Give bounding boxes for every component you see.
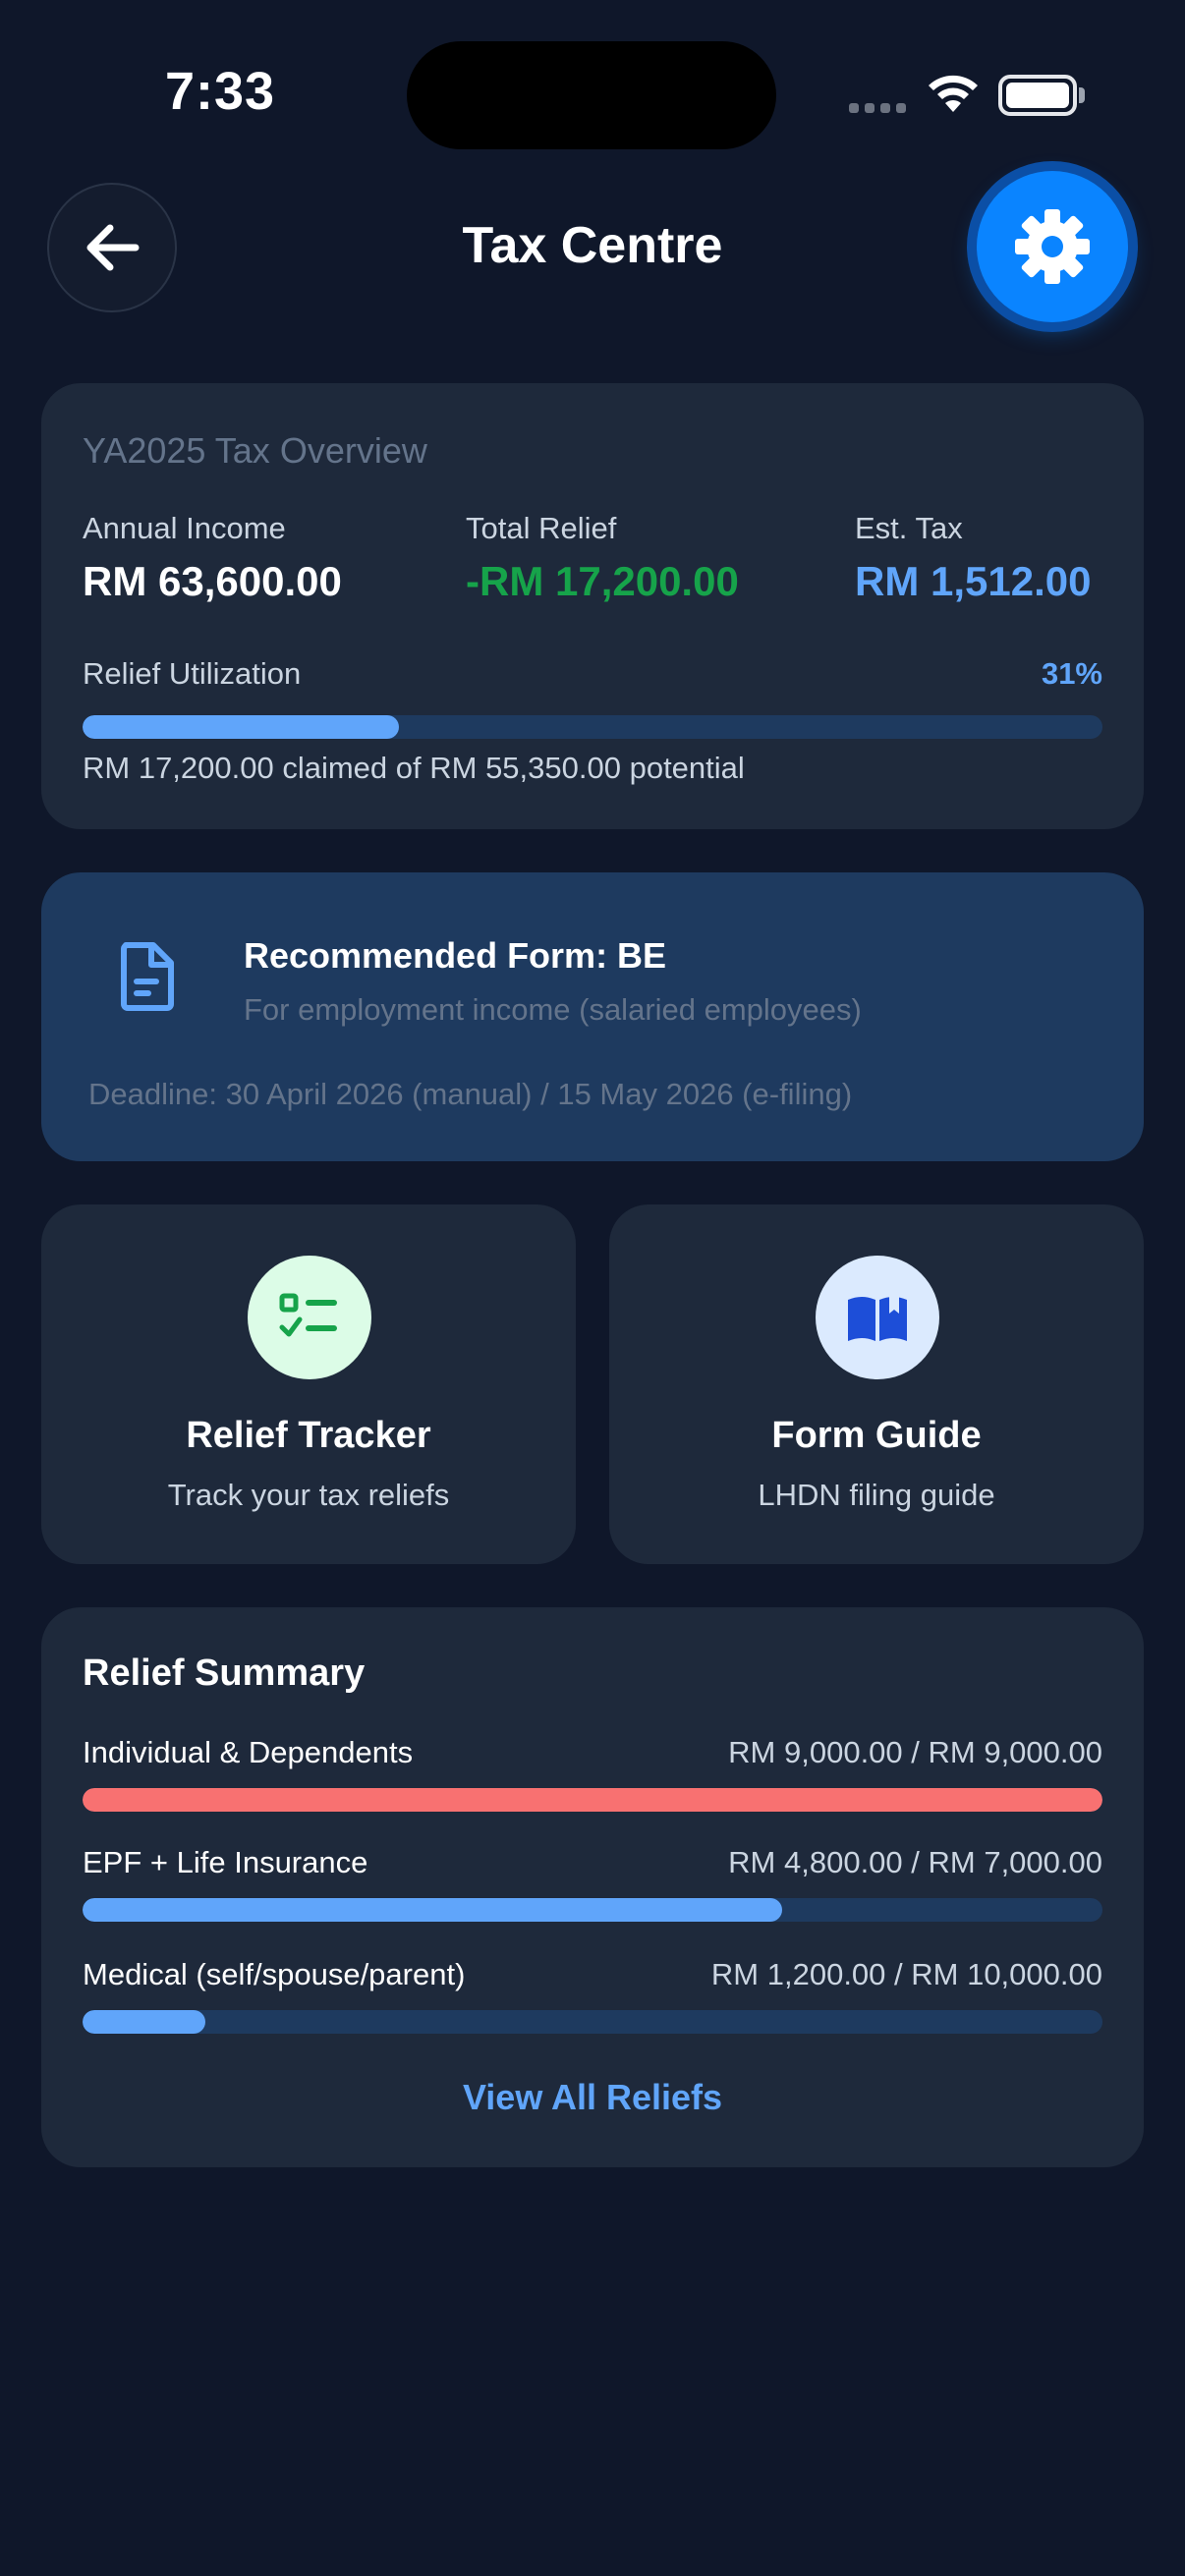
document-icon	[121, 942, 174, 1011]
utilization-percent: 31%	[1041, 656, 1102, 691]
dynamic-island	[407, 41, 776, 149]
recommended-form-subtitle: For employment income (salaried employee…	[244, 992, 862, 1027]
relief-tracker-tile[interactable]: Relief Tracker Track your tax reliefs	[41, 1204, 576, 1564]
wifi-icon	[926, 73, 981, 121]
relief-progress-fill	[83, 1788, 1102, 1812]
book-icon	[816, 1256, 939, 1379]
est-tax-value: RM 1,512.00	[855, 558, 1092, 604]
battery-icon	[998, 75, 1077, 116]
status-time: 7:33	[165, 62, 276, 121]
total-relief-label: Total Relief	[466, 511, 617, 545]
relief-summary-card: Relief Summary Individual & Dependents R…	[41, 1607, 1144, 2167]
relief-item-name: EPF + Life Insurance	[83, 1845, 368, 1879]
relief-summary-title: Relief Summary	[83, 1652, 366, 1694]
utilization-progress-track	[83, 715, 1102, 739]
cellular-signal-icon	[849, 103, 906, 113]
settings-button[interactable]	[977, 171, 1128, 322]
relief-progress-track	[83, 1788, 1102, 1812]
form-guide-tile[interactable]: Form Guide LHDN filing guide	[609, 1204, 1144, 1564]
utilization-progress-fill	[83, 715, 399, 739]
relief-tracker-title: Relief Tracker	[186, 1415, 431, 1456]
relief-progress-track	[83, 2010, 1102, 2034]
annual-income-value: RM 63,600.00	[83, 558, 342, 604]
relief-progress-track	[83, 1898, 1102, 1922]
relief-item-amount: RM 1,200.00 / RM 10,000.00	[710, 1957, 1102, 1991]
view-all-reliefs-link[interactable]: View All Reliefs	[41, 2077, 1144, 2118]
gear-icon	[1015, 209, 1090, 284]
relief-item-amount: RM 4,800.00 / RM 7,000.00	[728, 1845, 1102, 1879]
filing-deadline: Deadline: 30 April 2026 (manual) / 15 Ma…	[88, 1077, 853, 1111]
overview-title: YA2025 Tax Overview	[83, 430, 427, 471]
est-tax-label: Est. Tax	[855, 511, 963, 545]
utilization-label: Relief Utilization	[83, 656, 302, 691]
checklist-icon	[248, 1256, 371, 1379]
annual-income-label: Annual Income	[83, 511, 286, 545]
form-guide-title: Form Guide	[771, 1415, 982, 1456]
relief-progress-fill	[83, 1898, 783, 1922]
recommended-form-card[interactable]: Recommended Form: BE For employment inco…	[41, 872, 1144, 1161]
relief-item-amount: RM 9,000.00 / RM 9,000.00	[728, 1735, 1102, 1769]
utilization-note: RM 17,200.00 claimed of RM 55,350.00 pot…	[83, 751, 745, 785]
total-relief-value: -RM 17,200.00	[466, 558, 739, 604]
relief-progress-fill	[83, 2010, 205, 2034]
tax-overview-card: YA2025 Tax Overview Annual Income RM 63,…	[41, 383, 1144, 829]
battery-tip	[1079, 87, 1085, 103]
relief-tracker-subtitle: Track your tax reliefs	[167, 1478, 450, 1512]
recommended-form-title: Recommended Form: BE	[244, 935, 667, 976]
relief-item-name: Individual & Dependents	[83, 1735, 414, 1769]
form-guide-subtitle: LHDN filing guide	[758, 1478, 995, 1512]
relief-item-name: Medical (self/spouse/parent)	[83, 1957, 466, 1991]
